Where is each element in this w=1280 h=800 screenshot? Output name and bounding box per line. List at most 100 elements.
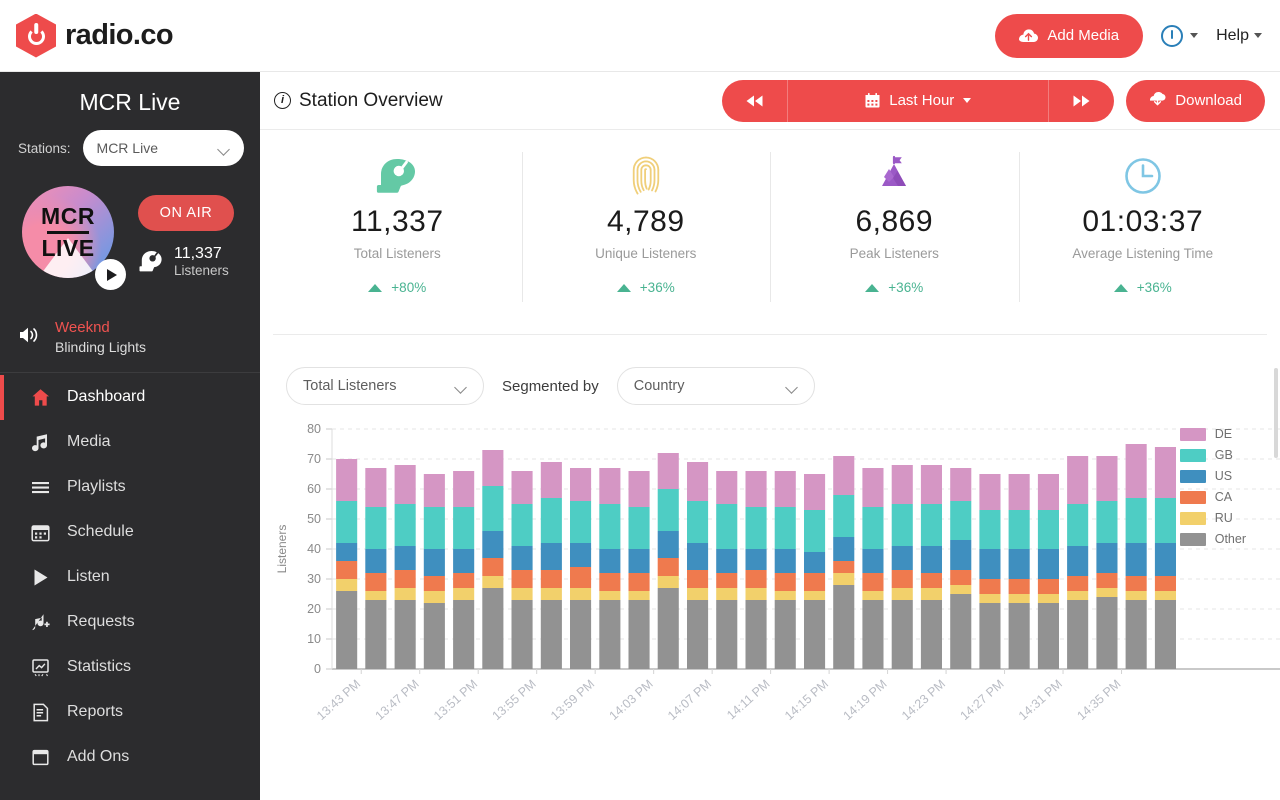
bar-segment-other[interactable] [687,600,709,669]
bar-segment-ca[interactable] [774,573,796,591]
bar-segment-ca[interactable] [1008,579,1030,594]
bar-stack[interactable] [774,471,796,669]
bar-segment-other[interactable] [1154,600,1176,669]
bar-segment-de[interactable] [891,465,913,504]
bar-segment-ca[interactable] [862,573,884,591]
bar-segment-ru[interactable] [336,579,358,591]
bar-stack[interactable] [979,474,1001,669]
bar-segment-de[interactable] [511,471,533,504]
bar-segment-ca[interactable] [628,573,650,591]
bar-segment-ru[interactable] [628,591,650,600]
bar-stack[interactable] [628,471,650,669]
bar-segment-ru[interactable] [891,588,913,600]
bar-segment-ru[interactable] [979,594,1001,603]
legend-item-ru[interactable]: RU [1179,511,1246,525]
bar-segment-us[interactable] [511,546,533,570]
bar-segment-ru[interactable] [423,591,445,603]
sidebar-item-schedule[interactable]: Schedule [0,510,260,555]
info-circle-icon[interactable]: i [274,92,291,109]
bar-segment-de[interactable] [1008,474,1030,510]
bar-segment-de[interactable] [774,471,796,507]
bar-segment-ru[interactable] [365,591,387,600]
bar-segment-gb[interactable] [394,504,416,546]
bar-segment-us[interactable] [599,549,621,573]
bar-segment-gb[interactable] [1125,498,1147,543]
bar-segment-de[interactable] [745,471,767,507]
station-select[interactable]: MCR Live [82,130,244,166]
bar-segment-other[interactable] [394,600,416,669]
bar-segment-other[interactable] [920,600,942,669]
bar-segment-ru[interactable] [804,591,826,600]
bar-stack[interactable] [511,471,533,669]
bar-segment-ru[interactable] [716,588,738,600]
bar-segment-other[interactable] [1067,600,1089,669]
now-playing-bar[interactable]: Weeknd Blinding Lights [0,302,260,373]
bar-stack[interactable] [804,474,826,669]
bar-segment-gb[interactable] [540,498,562,543]
bar-segment-other[interactable] [540,600,562,669]
bar-segment-ca[interactable] [599,573,621,591]
bar-segment-other[interactable] [657,588,679,669]
bar-segment-ca[interactable] [745,570,767,588]
bar-segment-ca[interactable] [336,561,358,579]
bar-segment-de[interactable] [1067,456,1089,504]
date-range-select[interactable]: Last Hour [788,92,1048,109]
bar-segment-other[interactable] [599,600,621,669]
bar-segment-gb[interactable] [1037,510,1059,549]
legend-item-gb[interactable]: GB [1179,448,1246,462]
bar-stack[interactable] [657,453,679,669]
bar-segment-de[interactable] [979,474,1001,510]
range-next-button[interactable] [1049,80,1114,122]
bar-segment-gb[interactable] [657,489,679,531]
account-menu[interactable] [1161,24,1199,47]
bar-segment-gb[interactable] [482,486,504,531]
bar-segment-ca[interactable] [423,576,445,591]
bar-segment-gb[interactable] [745,507,767,549]
bar-stack[interactable] [599,468,621,669]
bar-segment-ca[interactable] [1125,576,1147,591]
bar-segment-ca[interactable] [453,573,475,588]
bar-stack[interactable] [482,450,504,669]
bar-segment-ru[interactable] [745,588,767,600]
bar-segment-ru[interactable] [570,588,592,600]
bar-segment-gb[interactable] [804,510,826,552]
bar-segment-gb[interactable] [833,495,855,537]
bar-segment-us[interactable] [570,543,592,567]
legend-item-ca[interactable]: CA [1179,490,1246,504]
bar-segment-other[interactable] [745,600,767,669]
bar-segment-de[interactable] [950,468,972,501]
bar-segment-gb[interactable] [862,507,884,549]
bar-segment-us[interactable] [453,549,475,573]
bar-segment-other[interactable] [482,588,504,669]
bar-segment-de[interactable] [394,465,416,504]
bar-segment-ca[interactable] [570,567,592,588]
scrollbar-thumb[interactable] [1274,368,1278,458]
bar-segment-ca[interactable] [891,570,913,588]
bar-segment-de[interactable] [1125,444,1147,498]
bar-segment-other[interactable] [1037,603,1059,669]
bar-segment-de[interactable] [570,468,592,501]
bar-stack[interactable] [570,468,592,669]
bar-segment-ca[interactable] [950,570,972,585]
bar-segment-other[interactable] [1125,600,1147,669]
bar-segment-us[interactable] [423,549,445,576]
bar-stack[interactable] [394,465,416,669]
bar-segment-ru[interactable] [540,588,562,600]
bar-segment-us[interactable] [482,531,504,558]
bar-segment-de[interactable] [628,471,650,507]
bar-segment-us[interactable] [657,531,679,558]
bar-segment-us[interactable] [862,549,884,573]
bar-stack[interactable] [716,471,738,669]
bar-segment-us[interactable] [979,549,1001,579]
range-prev-button[interactable] [722,80,787,122]
bar-segment-other[interactable] [365,600,387,669]
bar-segment-ru[interactable] [482,576,504,588]
bar-segment-us[interactable] [920,546,942,573]
bar-segment-de[interactable] [1154,447,1176,498]
sidebar-item-requests[interactable]: Requests [0,600,260,645]
bar-segment-de[interactable] [833,456,855,495]
bar-segment-other[interactable] [862,600,884,669]
bar-segment-us[interactable] [1154,543,1176,576]
bar-segment-ru[interactable] [1067,591,1089,600]
bar-segment-us[interactable] [1008,549,1030,579]
